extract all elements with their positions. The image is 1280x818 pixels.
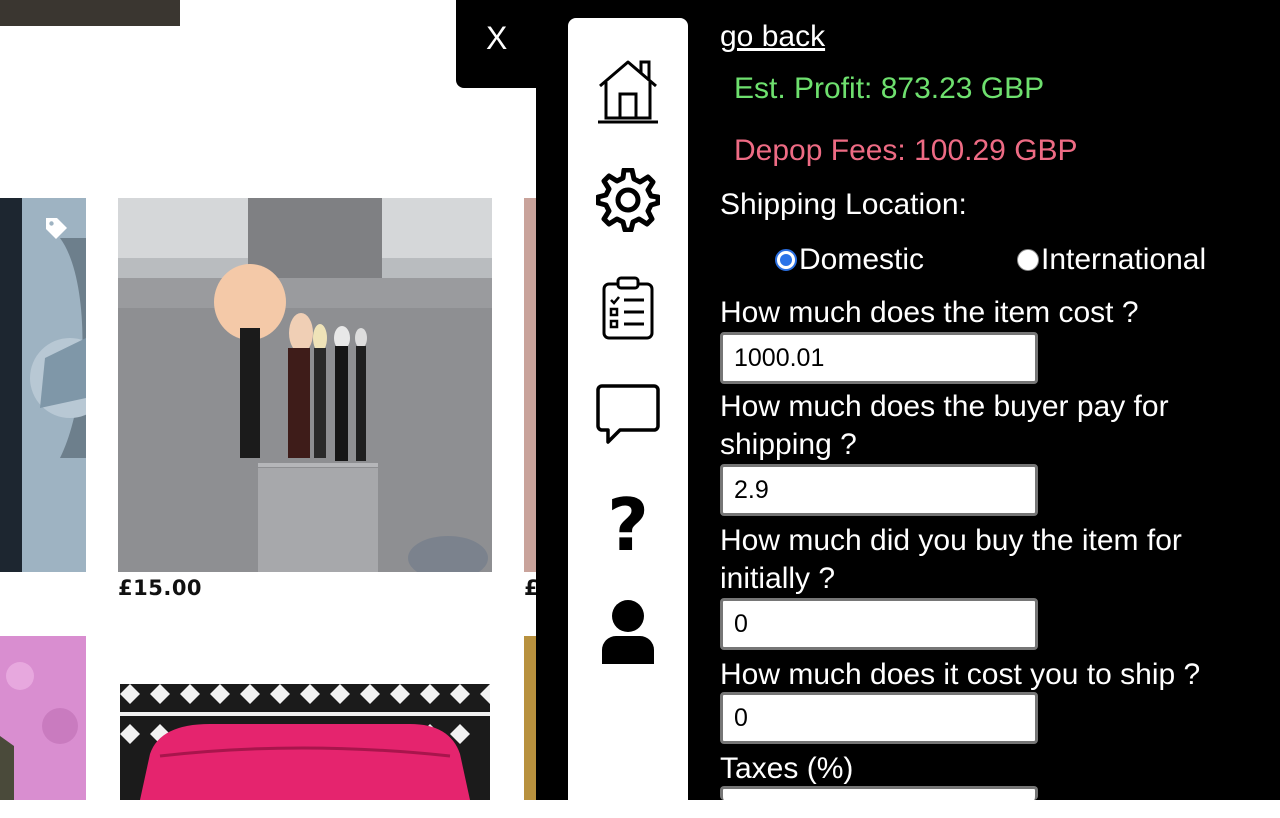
listing-photo-brushes[interactable] [118, 198, 492, 572]
icon-sidebar: ? [568, 18, 688, 818]
clipboard-list-icon[interactable] [596, 276, 660, 345]
listing-photo-right-2[interactable] [524, 636, 536, 800]
ship-cost-input[interactable] [720, 692, 1038, 744]
shipping-location-label: Shipping Location: [720, 188, 967, 221]
pink-fabric-photo [0, 636, 86, 800]
estimated-profit: Est. Profit: 873.23 GBP [734, 72, 1045, 105]
listing-photo-pouch[interactable] [120, 684, 490, 800]
pouch-photo [120, 684, 490, 800]
radio-button[interactable] [775, 249, 797, 271]
question-mark-icon[interactable]: ? [596, 483, 660, 567]
taxes-label: Taxes (%) [720, 752, 854, 785]
radio-international[interactable]: International [1017, 243, 1206, 277]
buyer-shipping-label: How much does the buyer pay for shipping… [720, 390, 1169, 461]
radio-domestic[interactable]: Domestic [775, 243, 924, 277]
gear-icon[interactable] [595, 167, 661, 237]
chat-bubble-icon[interactable] [596, 382, 660, 451]
cropped-photo [524, 198, 536, 572]
listing-photo-right[interactable] [524, 198, 536, 572]
go-back-link[interactable]: go back [720, 20, 825, 54]
brush-roll-photo [118, 198, 492, 572]
ship-cost-label: How much does it cost you to ship ? [720, 658, 1201, 691]
close-button[interactable]: X [486, 20, 507, 57]
listing-price: £ [524, 576, 536, 600]
top-image-strip [0, 0, 180, 26]
purchase-price-input[interactable] [720, 598, 1038, 650]
buyer-shipping-input[interactable] [720, 464, 1038, 516]
bag-photo [0, 198, 86, 572]
purchase-price-label: How much did you buy the item for initia… [720, 524, 1182, 595]
svg-text:?: ? [607, 490, 649, 558]
listing-photo-pink[interactable] [0, 636, 86, 800]
cropped-photo [524, 636, 536, 800]
radio-label: International [1041, 243, 1207, 276]
taxes-input[interactable] [720, 786, 1038, 800]
depop-fees: Depop Fees: 100.29 GBP [734, 134, 1078, 167]
tag-icon [46, 218, 67, 239]
home-icon[interactable] [596, 56, 660, 129]
listing-photo-left[interactable] [0, 198, 86, 572]
item-cost-input[interactable] [720, 332, 1038, 384]
radio-button[interactable] [1017, 249, 1039, 271]
listing-price: £15.00 [118, 576, 203, 600]
radio-label: Domestic [799, 243, 925, 276]
item-cost-label: How much does the item cost ? [720, 296, 1139, 329]
user-icon[interactable] [596, 598, 660, 671]
